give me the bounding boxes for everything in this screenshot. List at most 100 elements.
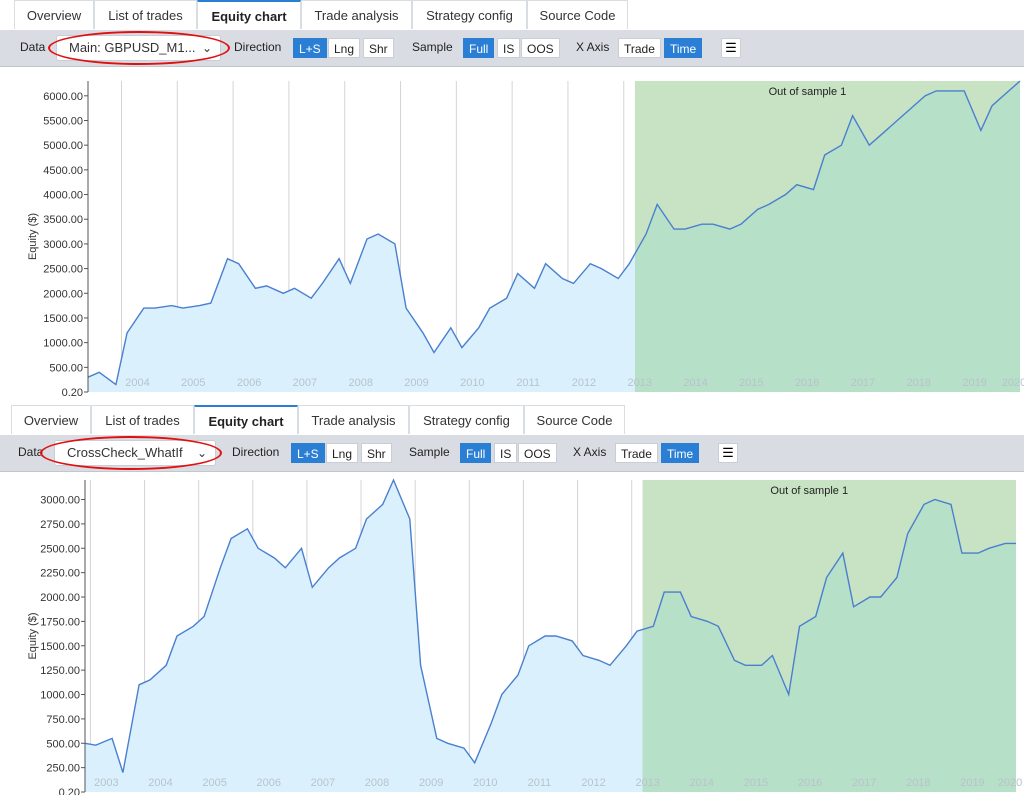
tab-equity-chart[interactable]: Equity chart bbox=[194, 405, 298, 434]
sample-label: Sample bbox=[412, 40, 453, 54]
direction-lng-button[interactable]: Lng bbox=[328, 38, 361, 58]
x-tick-label: 2020 bbox=[998, 777, 1022, 789]
tab-trade-analysis[interactable]: Trade analysis bbox=[298, 405, 409, 434]
x-tick-label: 2003 bbox=[94, 777, 118, 789]
y-tick-label: 2000.00 bbox=[40, 592, 80, 604]
equity-panel-crosscheck: Overview List of trades Equity chart Tra… bbox=[0, 405, 1024, 795]
y-axis-label: Equity ($) bbox=[27, 612, 39, 659]
direction-lng-button[interactable]: Lng bbox=[326, 443, 359, 463]
tab-overview[interactable]: Overview bbox=[11, 405, 91, 434]
x-tick-label: 2014 bbox=[683, 377, 707, 389]
xaxis-trade-button[interactable]: Trade bbox=[618, 38, 661, 58]
sample-oos-button[interactable]: OOS bbox=[521, 38, 560, 58]
xaxis-time-button[interactable]: Time bbox=[661, 443, 700, 463]
y-tick-label: 750.00 bbox=[46, 714, 80, 726]
equity-chart-crosscheck: Out of sample 1 0.20 250.00 500.00 750.00 100… bbox=[27, 478, 1022, 795]
x-tick-label: 2007 bbox=[311, 777, 335, 789]
oos-label: Out of sample 1 bbox=[769, 86, 847, 98]
xaxis-trade-button[interactable]: Trade bbox=[615, 443, 658, 463]
chart-toolbar: Data CrossCheck_WhatIf ⌄ Direction L+S L… bbox=[0, 435, 1024, 472]
x-tick-label: 2007 bbox=[293, 377, 317, 389]
x-tick-label: 2012 bbox=[572, 377, 596, 389]
y-tick-label: 1000.00 bbox=[40, 690, 80, 702]
x-tick-label: 2016 bbox=[798, 777, 822, 789]
x-tick-label: 2016 bbox=[795, 377, 819, 389]
direction-label: Direction bbox=[234, 40, 282, 54]
y-tick-label: 1000.00 bbox=[43, 338, 83, 350]
x-tick-label: 2005 bbox=[181, 377, 205, 389]
xaxis-label: X Axis bbox=[576, 40, 610, 54]
equity-chart-main: Out of sample 1 0.20 500.00 1000.00 1500.00 2… bbox=[27, 80, 1024, 399]
data-label: Data bbox=[18, 445, 44, 459]
tab-bar: Overview List of trades Equity chart Tra… bbox=[0, 0, 1024, 30]
y-tick-label: 6000.00 bbox=[43, 91, 83, 103]
direction-ls-button[interactable]: L+S bbox=[291, 443, 325, 463]
x-tick-label: 2017 bbox=[852, 777, 876, 789]
sample-full-button[interactable]: Full bbox=[463, 38, 495, 58]
y-tick-label: 5000.00 bbox=[43, 140, 83, 152]
x-tick-label: 2017 bbox=[851, 377, 875, 389]
chevron-down-icon: ⌄ bbox=[201, 41, 212, 55]
x-tick-label: 2006 bbox=[257, 777, 281, 789]
y-tick-label: 1500.00 bbox=[40, 641, 80, 653]
y-tick-label: 4500.00 bbox=[43, 165, 83, 177]
y-tick-label: 1250.00 bbox=[40, 665, 80, 677]
tab-overview[interactable]: Overview bbox=[14, 0, 94, 29]
y-tick-label: 0.20 bbox=[59, 787, 80, 795]
direction-ls-button[interactable]: L+S bbox=[293, 38, 327, 58]
in-sample-area bbox=[88, 234, 635, 392]
y-tick-label: 4000.00 bbox=[43, 190, 83, 202]
x-tick-label: 2013 bbox=[635, 777, 659, 789]
x-tick-label: 2018 bbox=[906, 777, 930, 789]
y-tick-label: 3000.00 bbox=[40, 495, 80, 507]
tab-equity-chart[interactable]: Equity chart bbox=[197, 0, 301, 29]
tab-bar: Overview List of trades Equity chart Tra… bbox=[0, 405, 1024, 435]
x-tick-label: 2015 bbox=[744, 777, 768, 789]
y-tick-label: 500.00 bbox=[49, 362, 83, 374]
tab-strategy-config[interactable]: Strategy config bbox=[409, 405, 524, 434]
equity-panel-main: Overview List of trades Equity chart Tra… bbox=[0, 0, 1024, 405]
x-tick-label: 2008 bbox=[365, 777, 389, 789]
data-label: Data bbox=[20, 40, 46, 54]
x-tick-label: 2013 bbox=[628, 377, 652, 389]
x-tick-label: 2009 bbox=[404, 377, 428, 389]
sample-oos-button[interactable]: OOS bbox=[518, 443, 557, 463]
y-tick-label: 5500.00 bbox=[43, 115, 83, 127]
x-tick-label: 2011 bbox=[528, 777, 552, 789]
direction-shr-button[interactable]: Shr bbox=[363, 38, 394, 58]
x-tick-label: 2019 bbox=[960, 777, 984, 789]
sample-is-button[interactable]: IS bbox=[494, 443, 518, 463]
chart-toolbar: Data Main: GBPUSD_M1... ⌄ Direction L+S … bbox=[0, 30, 1024, 67]
x-tick-label: 2006 bbox=[237, 377, 261, 389]
sample-full-button[interactable]: Full bbox=[460, 443, 492, 463]
x-tick-label: 2014 bbox=[690, 777, 714, 789]
data-select[interactable]: Main: GBPUSD_M1... ⌄ bbox=[56, 35, 221, 61]
y-tick-label: 1500.00 bbox=[43, 313, 83, 325]
oos-label: Out of sample 1 bbox=[770, 485, 848, 497]
x-tick-label: 2004 bbox=[148, 777, 172, 789]
xaxis-time-button[interactable]: Time bbox=[664, 38, 703, 58]
tab-trade-analysis[interactable]: Trade analysis bbox=[301, 0, 412, 29]
tab-list-of-trades[interactable]: List of trades bbox=[94, 0, 197, 29]
tab-source-code[interactable]: Source Code bbox=[527, 0, 628, 29]
data-select-value: Main: GBPUSD_M1... bbox=[69, 40, 196, 55]
x-tick-label: 2008 bbox=[348, 377, 372, 389]
hamburger-menu-icon[interactable]: ☰ bbox=[721, 38, 741, 58]
x-tick-label: 2012 bbox=[581, 777, 605, 789]
direction-shr-button[interactable]: Shr bbox=[361, 443, 392, 463]
hamburger-menu-icon[interactable]: ☰ bbox=[718, 443, 738, 463]
y-tick-label: 250.00 bbox=[46, 763, 80, 775]
y-tick-label: 0.20 bbox=[62, 387, 83, 399]
data-select[interactable]: CrossCheck_WhatIf ⌄ bbox=[54, 440, 216, 466]
x-tick-label: 2015 bbox=[739, 377, 763, 389]
tab-source-code[interactable]: Source Code bbox=[524, 405, 625, 434]
y-tick-label: 2500.00 bbox=[43, 264, 83, 276]
x-tick-label: 2009 bbox=[419, 777, 443, 789]
sample-is-button[interactable]: IS bbox=[497, 38, 521, 58]
x-tick-label: 2004 bbox=[125, 377, 149, 389]
xaxis-label: X Axis bbox=[573, 445, 607, 459]
tab-list-of-trades[interactable]: List of trades bbox=[91, 405, 194, 434]
x-tick-label: 2010 bbox=[460, 377, 484, 389]
x-tick-label: 2010 bbox=[473, 777, 497, 789]
tab-strategy-config[interactable]: Strategy config bbox=[412, 0, 527, 29]
